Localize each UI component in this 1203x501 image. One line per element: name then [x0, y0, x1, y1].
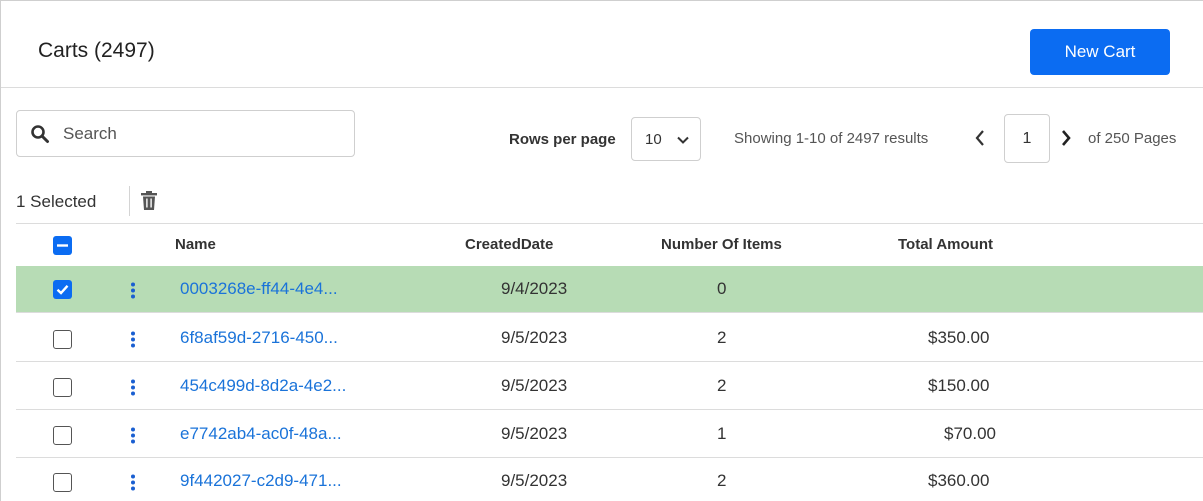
kebab-menu-icon[interactable]: [130, 379, 136, 396]
row-checkbox[interactable]: [53, 473, 72, 492]
total-pages-label: of 250 Pages: [1088, 130, 1177, 147]
table-row[interactable]: 0003268e-ff44-4e4... 9/4/2023 0: [16, 266, 1203, 313]
chevron-down-icon: [677, 136, 689, 144]
number-of-items: 1: [717, 424, 727, 443]
selected-count: 1 Selected: [16, 192, 97, 211]
chevron-left-icon[interactable]: [972, 128, 988, 148]
select-all-checkbox[interactable]: [53, 236, 72, 255]
trash-icon[interactable]: [140, 191, 158, 211]
kebab-menu-icon[interactable]: [130, 331, 136, 348]
created-date: 9/5/2023: [501, 424, 568, 443]
column-header-created-date[interactable]: CreatedDate: [465, 236, 553, 253]
cart-name-link[interactable]: 454c499d-8d2a-4e2...: [180, 376, 346, 396]
total-amount: $70.00: [944, 424, 996, 443]
cart-name-link[interactable]: e7742ab4-ac0f-48a...: [180, 424, 342, 444]
kebab-menu-icon[interactable]: [130, 474, 136, 491]
rows-per-page-label: Rows per page: [509, 131, 616, 148]
total-amount: $350.00: [928, 328, 990, 347]
row-checkbox[interactable]: [53, 378, 72, 397]
rows-per-page-select[interactable]: 10: [631, 117, 701, 161]
total-amount: $150.00: [928, 376, 990, 395]
new-cart-button[interactable]: New Cart: [1030, 29, 1170, 75]
cart-name-link[interactable]: 9f442027-c2d9-471...: [180, 471, 342, 491]
kebab-menu-icon[interactable]: [130, 427, 136, 444]
rows-per-page-value: 10: [645, 131, 662, 148]
column-header-number-of-items[interactable]: Number Of Items: [661, 236, 782, 253]
page-header: Carts (2497) New Cart: [1, 1, 1203, 88]
created-date: 9/4/2023: [501, 279, 568, 298]
row-checkbox[interactable]: [53, 330, 72, 349]
cart-name-link[interactable]: 0003268e-ff44-4e4...: [180, 279, 338, 299]
divider: [129, 186, 130, 216]
table-row[interactable]: 6f8af59d-2716-450... 9/5/2023 2 $350.00: [16, 315, 1203, 362]
table-row[interactable]: e7742ab4-ac0f-48a... 9/5/2023 1 $70.00: [16, 411, 1203, 458]
number-of-items: 2: [717, 471, 727, 490]
table-header: Name CreatedDate Number Of Items Total A…: [16, 224, 1203, 266]
checkbox-checked-icon: [56, 284, 69, 295]
created-date: 9/5/2023: [501, 328, 568, 347]
kebab-menu-icon[interactable]: [130, 282, 136, 299]
search-icon: [31, 125, 49, 143]
created-date: 9/5/2023: [501, 471, 568, 490]
checkbox-indeterminate-icon: [57, 244, 68, 247]
cart-name-link[interactable]: 6f8af59d-2716-450...: [180, 328, 338, 348]
number-of-items: 2: [717, 376, 727, 395]
table-row[interactable]: 9f442027-c2d9-471... 9/5/2023 2 $360.00: [16, 458, 1203, 501]
column-header-total-amount[interactable]: Total Amount: [898, 236, 993, 253]
total-amount: $360.00: [928, 471, 990, 490]
search-input[interactable]: [63, 122, 343, 146]
page-number-input[interactable]: 1: [1004, 114, 1050, 163]
results-summary: Showing 1-10 of 2497 results: [734, 130, 929, 147]
number-of-items: 0: [717, 279, 727, 298]
created-date: 9/5/2023: [501, 376, 568, 395]
row-checkbox[interactable]: [53, 426, 72, 445]
number-of-items: 2: [717, 328, 727, 347]
page-title: Carts (2497): [38, 39, 155, 62]
chevron-right-icon[interactable]: [1058, 128, 1074, 148]
row-checkbox[interactable]: [53, 280, 72, 299]
search-box[interactable]: [16, 110, 355, 157]
table-row[interactable]: 454c499d-8d2a-4e2... 9/5/2023 2 $150.00: [16, 363, 1203, 410]
column-header-name[interactable]: Name: [175, 236, 216, 253]
